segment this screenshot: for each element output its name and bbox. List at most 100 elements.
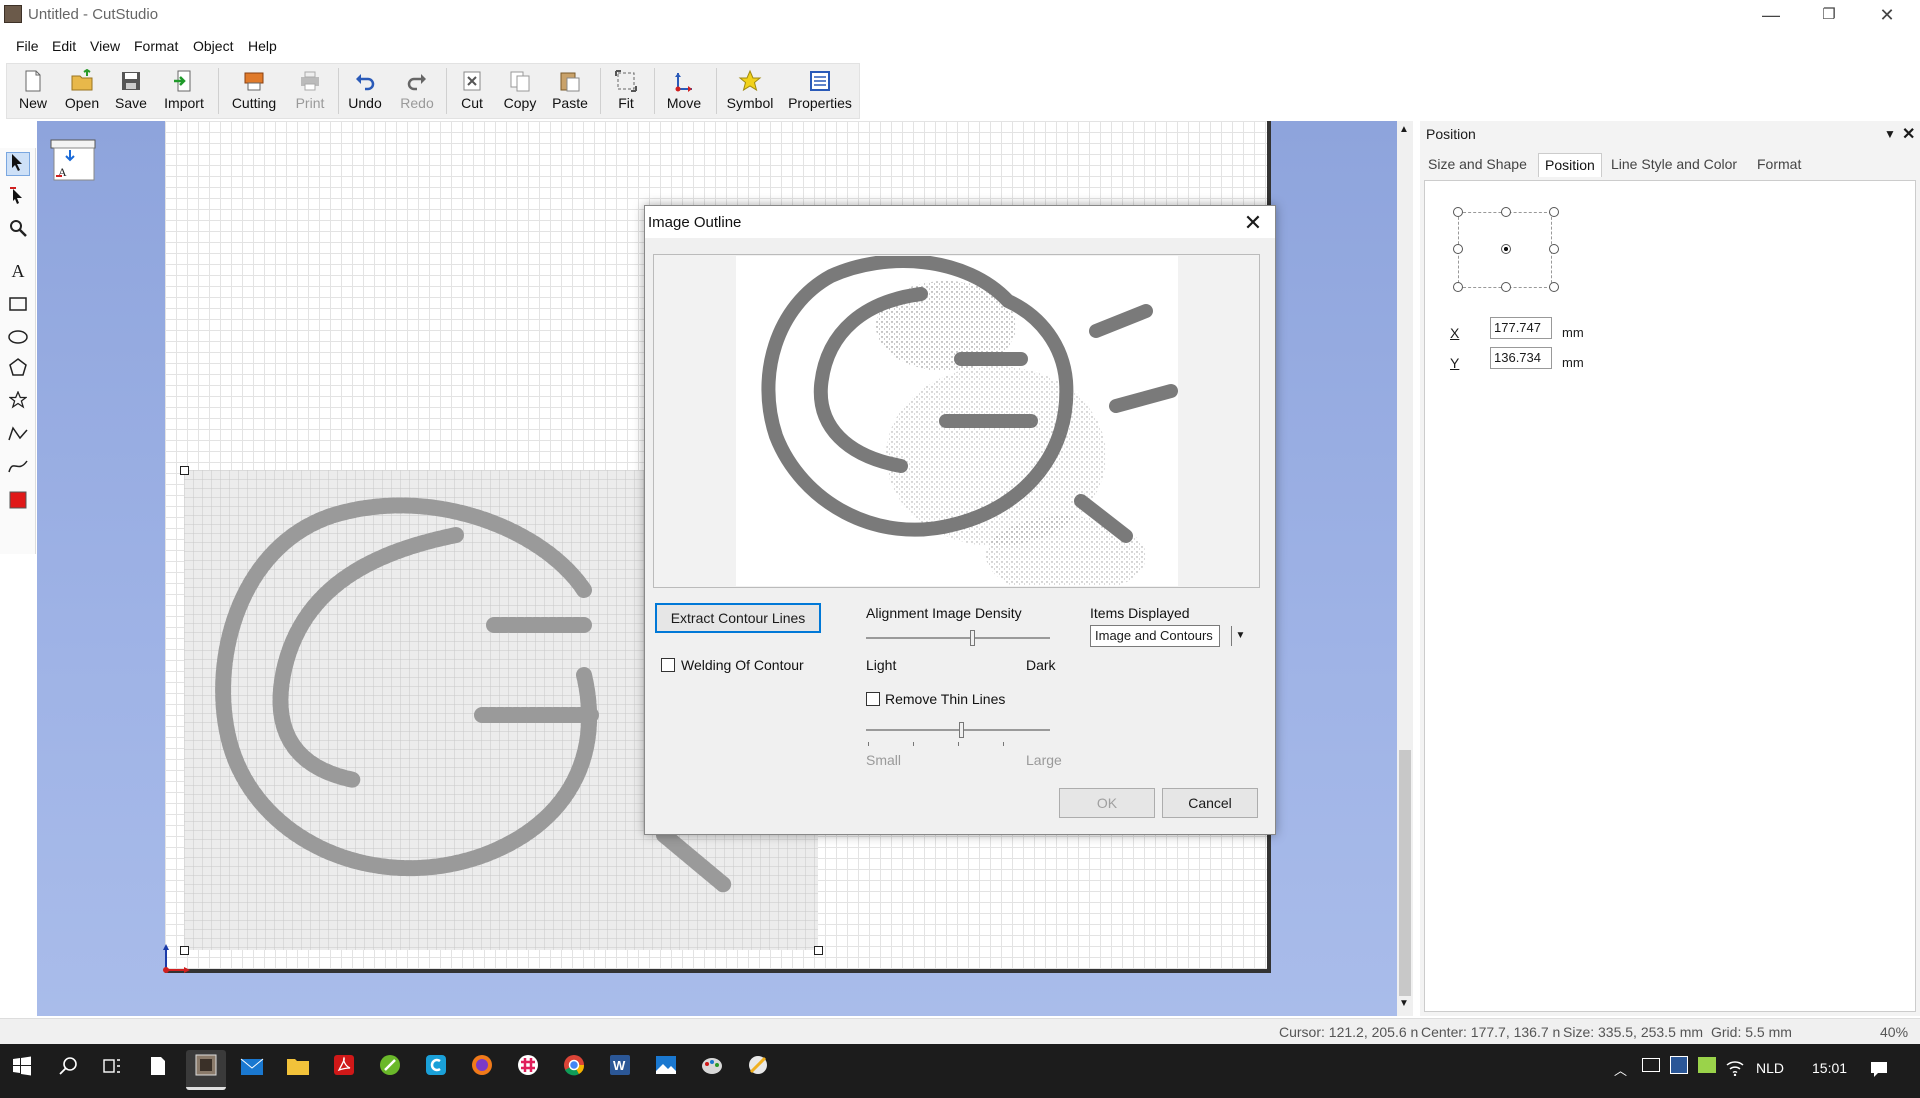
menu-format[interactable]: Format (134, 38, 178, 54)
new-button[interactable]: New (12, 64, 54, 118)
word-app-icon[interactable]: W (600, 1050, 640, 1090)
edit-points-icon[interactable] (6, 186, 30, 210)
anchor-bottom-center[interactable] (1501, 282, 1511, 292)
properties-button[interactable]: Properties (784, 64, 856, 118)
anchor-bottom-right[interactable] (1549, 282, 1559, 292)
print-button[interactable]: Print (290, 64, 330, 118)
paint3d-app-icon[interactable] (738, 1050, 778, 1090)
menu-edit[interactable]: Edit (52, 38, 76, 54)
photos-app-icon[interactable] (646, 1050, 686, 1090)
copy-button[interactable]: Copy (498, 64, 542, 118)
close-button[interactable]: ✕ (1858, 0, 1916, 30)
import-button[interactable]: Import (158, 64, 210, 118)
resize-handle-bottom-right[interactable] (814, 946, 823, 955)
paint-app-icon[interactable] (692, 1050, 732, 1090)
title-bar (0, 0, 1920, 30)
color-fill-icon[interactable] (6, 491, 30, 515)
undo-button[interactable]: Undo (344, 64, 386, 118)
ellipse-tool-icon[interactable] (6, 326, 30, 350)
anchor-bottom-left[interactable] (1453, 282, 1463, 292)
y-position-field[interactable]: 136.734 (1490, 347, 1552, 369)
chrome-app-icon[interactable] (554, 1050, 594, 1090)
cancel-button[interactable]: Cancel (1162, 788, 1258, 818)
scrollbar-thumb[interactable] (1399, 750, 1411, 996)
rectangle-tool-icon[interactable] (6, 293, 30, 317)
redo-button[interactable]: Redo (396, 64, 438, 118)
x-unit: mm (1562, 325, 1584, 340)
sync-tray-icon[interactable] (1698, 1057, 1716, 1073)
minimize-button[interactable]: — (1742, 0, 1800, 30)
tab-line-style-and-color[interactable]: Line Style and Color (1605, 153, 1743, 177)
star-tool-icon[interactable] (6, 390, 30, 415)
density-slider-thumb[interactable] (969, 630, 975, 646)
symbol-button[interactable]: Symbol (722, 64, 778, 118)
extract-contour-lines-button[interactable]: Extract Contour Lines (655, 603, 821, 633)
polygon-tool-icon[interactable] (6, 358, 30, 382)
green-app-icon[interactable] (370, 1050, 410, 1090)
file-explorer-icon[interactable] (278, 1050, 318, 1090)
tab-format[interactable]: Format (1751, 153, 1807, 177)
svg-text:W: W (613, 1058, 626, 1073)
windows-start-icon[interactable] (2, 1050, 42, 1090)
clock-time[interactable]: 15:01 (1812, 1060, 1847, 1076)
density-slider-track[interactable] (866, 637, 1050, 639)
save-button[interactable]: Save (110, 64, 152, 118)
fit-button[interactable]: Fit (606, 64, 646, 118)
ccleaner-app-icon[interactable] (416, 1050, 456, 1090)
panel-close-icon[interactable]: ✕ (1902, 124, 1915, 144)
battery-icon[interactable] (1642, 1058, 1660, 1072)
anchor-top-center[interactable] (1501, 207, 1511, 217)
wifi-icon[interactable] (1726, 1060, 1744, 1079)
print-button-label: Print (295, 95, 325, 111)
menu-help[interactable]: Help (248, 38, 277, 54)
menu-object[interactable]: Object (193, 38, 233, 54)
cutter-device-icon[interactable]: A (50, 136, 98, 182)
acrobat-app-icon[interactable] (324, 1050, 364, 1090)
dialog-close-icon[interactable]: ✕ (1238, 208, 1268, 238)
tab-size-and-shape[interactable]: Size and Shape (1422, 153, 1533, 177)
select-arrow-icon[interactable] (6, 152, 30, 176)
mail-app-icon[interactable] (232, 1050, 272, 1090)
thin-lines-slider-thumb[interactable] (958, 722, 964, 738)
anchor-middle-left[interactable] (1453, 244, 1463, 254)
anchor-center-selected[interactable] (1501, 244, 1511, 254)
language-indicator[interactable]: NLD (1756, 1060, 1784, 1076)
open-button[interactable]: Open (60, 64, 104, 118)
scroll-up-arrow-icon[interactable]: ▲ (1399, 124, 1409, 135)
cutstudio-taskbar-icon[interactable] (186, 1050, 226, 1090)
firefox-app-icon[interactable] (462, 1050, 502, 1090)
search-icon[interactable] (48, 1050, 88, 1090)
word-tray-icon[interactable] (1670, 1056, 1688, 1074)
properties-button-label: Properties (788, 95, 852, 111)
menu-view[interactable]: View (90, 38, 120, 54)
welding-of-contour-checkbox[interactable] (661, 658, 675, 672)
cutting-button[interactable]: Cutting (224, 64, 284, 118)
text-tool-icon[interactable]: A (6, 259, 30, 283)
ok-button[interactable]: OK (1059, 788, 1155, 818)
polyline-tool-icon[interactable] (6, 424, 30, 448)
paste-button[interactable]: Paste (548, 64, 592, 118)
maximize-button[interactable]: ❐ (1800, 0, 1858, 30)
panel-title: Position (1426, 126, 1476, 142)
chevron-down-icon[interactable]: ▼ (1231, 626, 1249, 646)
tab-position[interactable]: Position (1538, 153, 1602, 177)
scroll-down-arrow-icon[interactable]: ▼ (1399, 998, 1409, 1009)
panel-dropdown-icon[interactable]: ▼ (1884, 127, 1896, 141)
menu-file[interactable]: File (16, 38, 39, 54)
curve-tool-icon[interactable] (6, 456, 30, 480)
anchor-middle-right[interactable] (1549, 244, 1559, 254)
task-view-icon[interactable] (92, 1050, 132, 1090)
resize-handle-top-left[interactable] (180, 466, 189, 475)
move-button[interactable]: Move (660, 64, 708, 118)
anchor-top-left[interactable] (1453, 207, 1463, 217)
x-position-field[interactable]: 177.747 (1490, 317, 1552, 339)
remove-thin-lines-checkbox[interactable] (866, 692, 880, 706)
show-hidden-icons-icon[interactable]: ︿ (1614, 1060, 1627, 1079)
items-displayed-select[interactable]: Image and Contours (1090, 625, 1220, 647)
cut-button[interactable]: Cut (452, 64, 492, 118)
action-center-icon[interactable] (1870, 1060, 1888, 1081)
zoom-magnifier-icon[interactable] (6, 219, 30, 243)
anchor-top-right[interactable] (1549, 207, 1559, 217)
slack-app-icon[interactable] (508, 1050, 548, 1090)
notepad-app-icon[interactable] (138, 1050, 178, 1090)
